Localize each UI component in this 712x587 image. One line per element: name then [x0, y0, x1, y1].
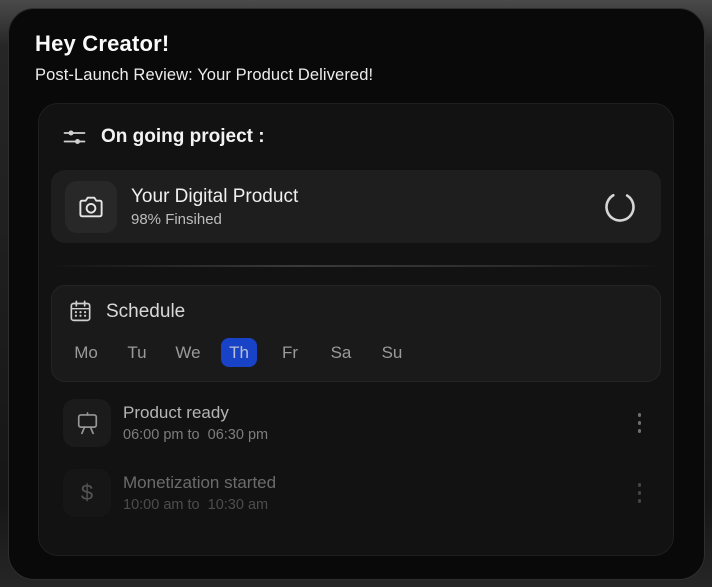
event-time: 10:00 am to 10:30 am	[123, 497, 276, 513]
day-fr[interactable]: Fr	[272, 338, 308, 367]
camera-icon	[76, 192, 106, 222]
kebab-menu-icon[interactable]	[626, 478, 654, 508]
product-title: Your Digital Product	[131, 186, 298, 208]
ongoing-project-section: On going project : Your Digital Product …	[38, 103, 674, 556]
product-card[interactable]: Your Digital Product 98% Finsihed	[51, 170, 661, 243]
day-sa[interactable]: Sa	[323, 338, 359, 367]
day-we[interactable]: We	[170, 338, 206, 367]
event-list: Product ready 06:00 pm to 06:30 pm $ Mon…	[51, 382, 661, 528]
dollar-icon: $	[81, 480, 93, 506]
sliders-icon	[63, 128, 86, 147]
schedule-header: Schedule	[68, 299, 644, 324]
greeting-subtitle: Post-Launch Review: Your Product Deliver…	[35, 66, 678, 85]
event-row-monetization[interactable]: $ Monetization started 10:00 am to 10:30…	[51, 458, 661, 528]
event-text-block: Product ready 06:00 pm to 06:30 pm	[123, 403, 268, 443]
loader-icon	[603, 190, 637, 224]
event-text-block: Monetization started 10:00 am to 10:30 a…	[123, 473, 276, 513]
event-row-product-ready[interactable]: Product ready 06:00 pm to 06:30 pm	[51, 388, 661, 458]
day-selector: Mo Tu We Th Fr Sa Su	[68, 338, 644, 367]
divider	[55, 265, 657, 267]
notification-card: Hey Creator! Post-Launch Review: Your Pr…	[8, 8, 705, 580]
event-icon-box: $	[63, 469, 111, 517]
section-title: On going project :	[101, 126, 265, 148]
schedule-card: Schedule Mo Tu We Th Fr Sa Su	[51, 285, 661, 382]
day-th-active[interactable]: Th	[221, 338, 257, 367]
schedule-title: Schedule	[106, 301, 185, 323]
product-icon-box	[65, 181, 117, 233]
kebab-menu-icon[interactable]	[626, 408, 654, 438]
presentation-icon	[74, 410, 101, 437]
section-header: On going project :	[51, 124, 661, 148]
day-mo[interactable]: Mo	[68, 338, 104, 367]
event-time: 06:00 pm to 06:30 pm	[123, 427, 268, 443]
product-text-block: Your Digital Product 98% Finsihed	[131, 186, 298, 228]
event-icon-box	[63, 399, 111, 447]
app-background: Hey Creator! Post-Launch Review: Your Pr…	[0, 0, 712, 587]
day-tu[interactable]: Tu	[119, 338, 155, 367]
calendar-icon	[68, 299, 93, 324]
day-su[interactable]: Su	[374, 338, 410, 367]
greeting-title: Hey Creator!	[35, 31, 678, 57]
product-progress: 98% Finsihed	[131, 211, 298, 228]
event-title: Product ready	[123, 403, 268, 423]
event-title: Monetization started	[123, 473, 276, 493]
